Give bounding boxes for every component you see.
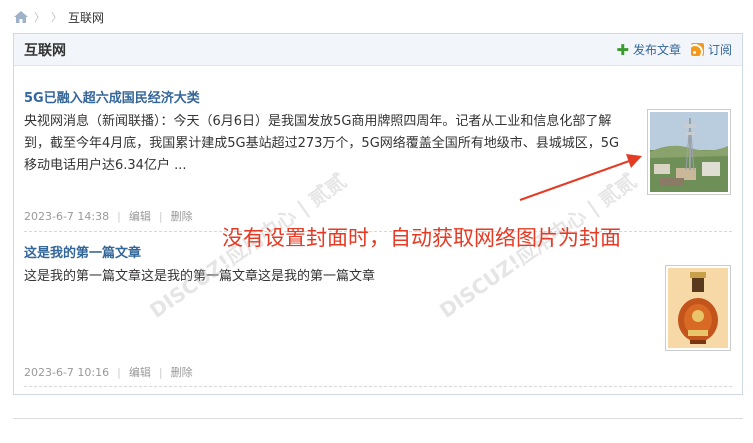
annotation-text: 没有设置封面时，自动获取网络图片为封面 [222, 226, 621, 250]
footer-divider [13, 418, 743, 419]
